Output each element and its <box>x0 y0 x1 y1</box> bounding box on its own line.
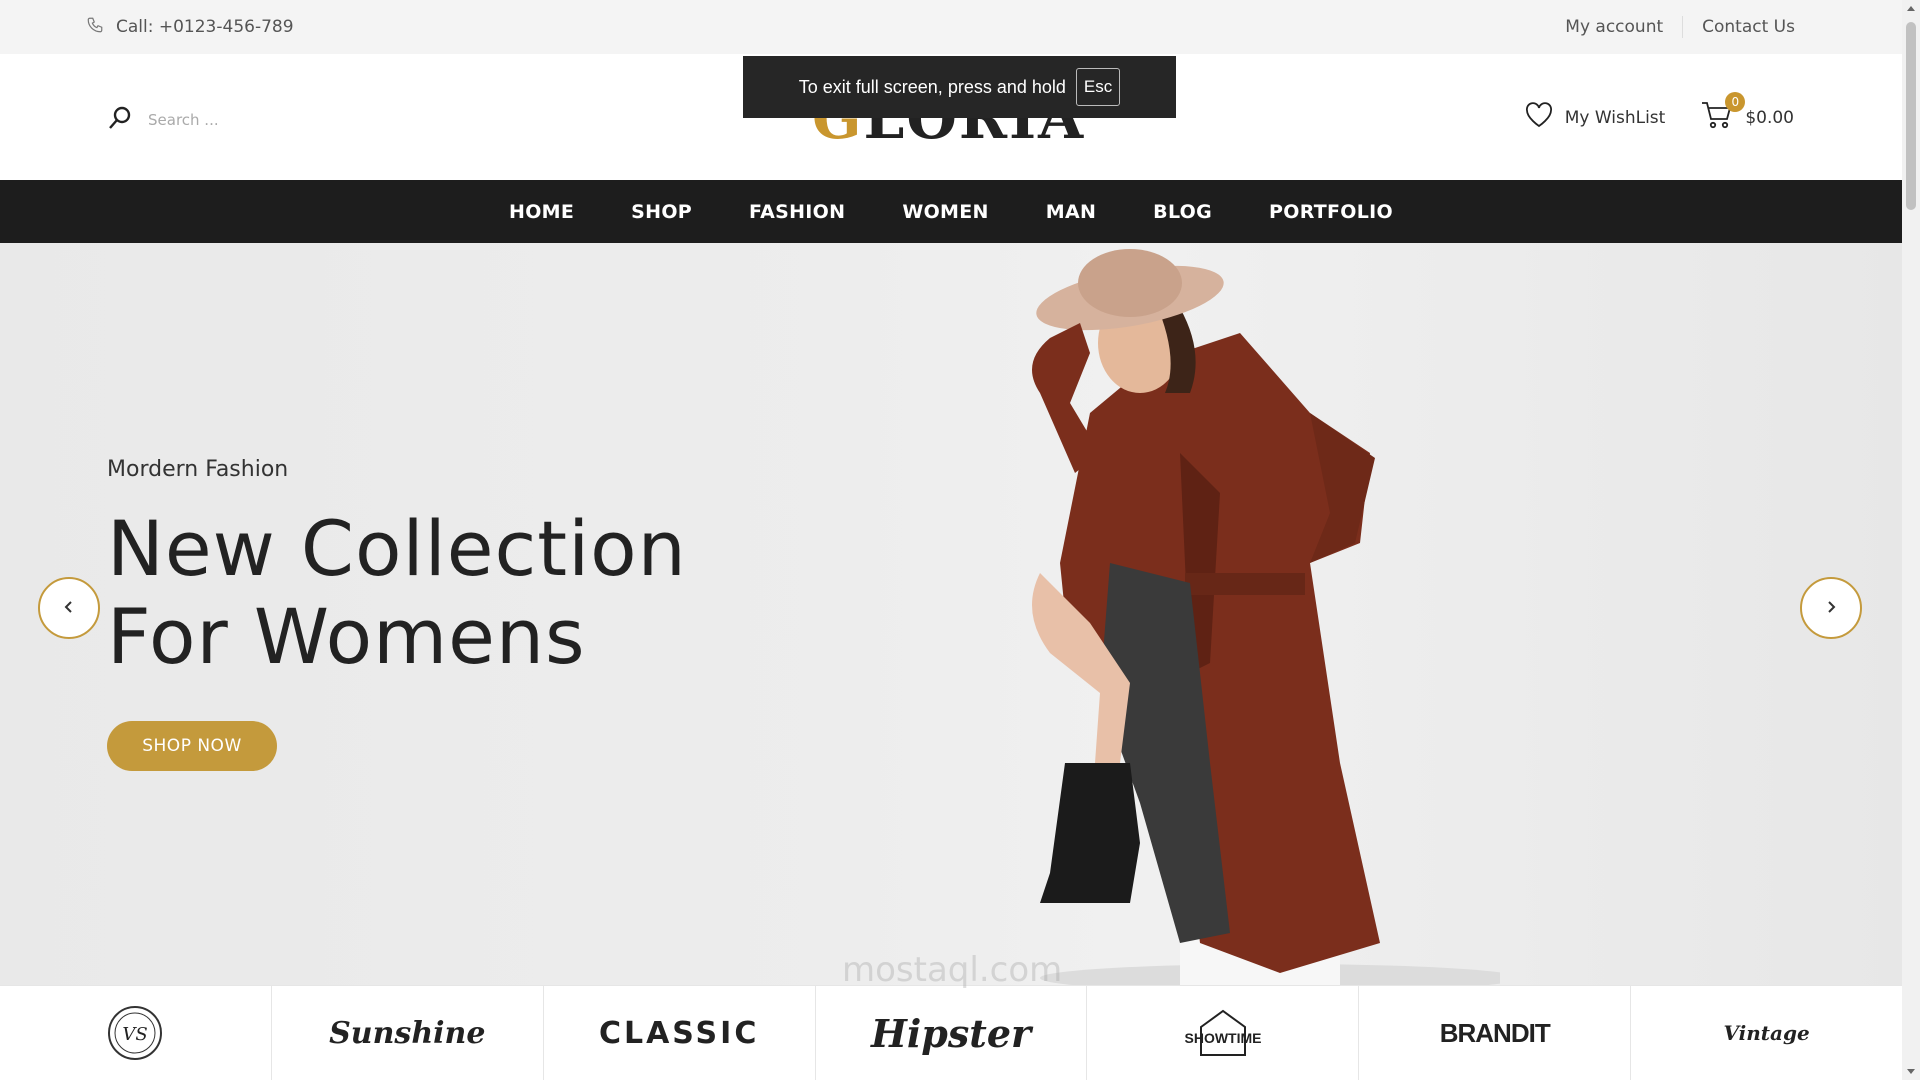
svg-text:SHOWTIME: SHOWTIME <box>1184 1030 1261 1046</box>
hero-title-line1: New Collection <box>107 504 687 593</box>
scroll-up-icon[interactable] <box>1902 0 1920 18</box>
header-tools: My WishList 0 $0.00 <box>1525 92 1794 135</box>
main-nav: HOME SHOP FASHION WOMEN MAN BLOG PORTFOL… <box>0 180 1902 243</box>
showtime-logo-icon: SHOWTIME <box>1184 1009 1261 1056</box>
cart-link[interactable]: 0 $0.00 <box>1701 92 1794 135</box>
brand-logo-showtime[interactable]: SHOWTIME <box>1087 986 1360 1080</box>
esc-key-hint: Esc <box>1075 68 1121 106</box>
scroll-down-icon[interactable] <box>1902 1062 1920 1080</box>
brand-logo-vintage[interactable]: Vintage <box>1631 986 1902 1080</box>
slider-prev-button[interactable] <box>38 577 100 639</box>
hero-model-image <box>1032 249 1500 985</box>
nav-item-man[interactable]: MAN <box>1046 201 1096 223</box>
wishlist-link[interactable]: My WishList <box>1525 102 1666 133</box>
hero-title-line2: For Womens <box>107 592 586 681</box>
phone-icon <box>86 16 104 39</box>
chevron-left-icon <box>62 599 76 618</box>
nav-item-blog[interactable]: BLOG <box>1153 201 1212 223</box>
top-bar: Call: +0123-456-789 My account Contact U… <box>0 0 1902 54</box>
cart-count-badge: 0 <box>1725 92 1746 112</box>
nav-item-women[interactable]: WOMEN <box>902 201 988 223</box>
brand-logo-brandit[interactable]: BRANDIT <box>1359 986 1632 1080</box>
brand-logos: VS Sunshine CLASSIC Hipster SHOWTIME BRA… <box>0 985 1902 1080</box>
toast-message: To exit full screen, press and hold <box>798 76 1066 97</box>
hero-slider: Mordern Fashion New Collection For Women… <box>0 243 1902 985</box>
nav-item-shop[interactable]: SHOP <box>631 201 692 223</box>
contact-us-link[interactable]: Contact Us <box>1683 17 1814 37</box>
brand-logo-sunshine[interactable]: Sunshine <box>272 986 544 1080</box>
search-icon[interactable] <box>106 104 134 136</box>
vertical-scrollbar[interactable] <box>1902 0 1920 1080</box>
chevron-right-icon <box>1824 599 1838 618</box>
brand-logo-hipster[interactable]: Hipster <box>816 986 1088 1080</box>
brand-logo-vs[interactable]: VS <box>0 986 272 1080</box>
shop-now-button[interactable]: SHOP NOW <box>107 721 277 771</box>
my-account-link[interactable]: My account <box>1546 17 1682 37</box>
svg-text:VS: VS <box>123 1024 148 1045</box>
cart-icon: 0 <box>1701 92 1746 135</box>
search-box <box>106 104 348 136</box>
brand-logo-classic[interactable]: CLASSIC <box>544 986 816 1080</box>
call-text: Call: +0123-456-789 <box>116 17 294 37</box>
page: Call: +0123-456-789 My account Contact U… <box>0 0 1920 1080</box>
nav-item-portfolio[interactable]: PORTFOLIO <box>1269 201 1393 223</box>
fullscreen-exit-toast: To exit full screen, press and hold Esc <box>743 56 1176 118</box>
hero-title: New Collection For Womens <box>107 505 687 681</box>
top-links: My account Contact Us <box>1546 16 1814 38</box>
hero-subtitle: Mordern Fashion <box>107 457 289 482</box>
scrollbar-thumb[interactable] <box>1906 22 1916 210</box>
call-info: Call: +0123-456-789 <box>86 16 294 39</box>
vs-logo-icon: VS <box>108 1006 163 1060</box>
slider-next-button[interactable] <box>1800 577 1862 639</box>
wishlist-label: My WishList <box>1564 107 1666 128</box>
cart-total: $0.00 <box>1745 107 1794 128</box>
heart-icon <box>1525 102 1553 133</box>
watermark: mostaql.com <box>842 950 1063 990</box>
nav-item-fashion[interactable]: FASHION <box>749 201 845 223</box>
search-input[interactable] <box>148 111 348 129</box>
nav-item-home[interactable]: HOME <box>509 201 574 223</box>
